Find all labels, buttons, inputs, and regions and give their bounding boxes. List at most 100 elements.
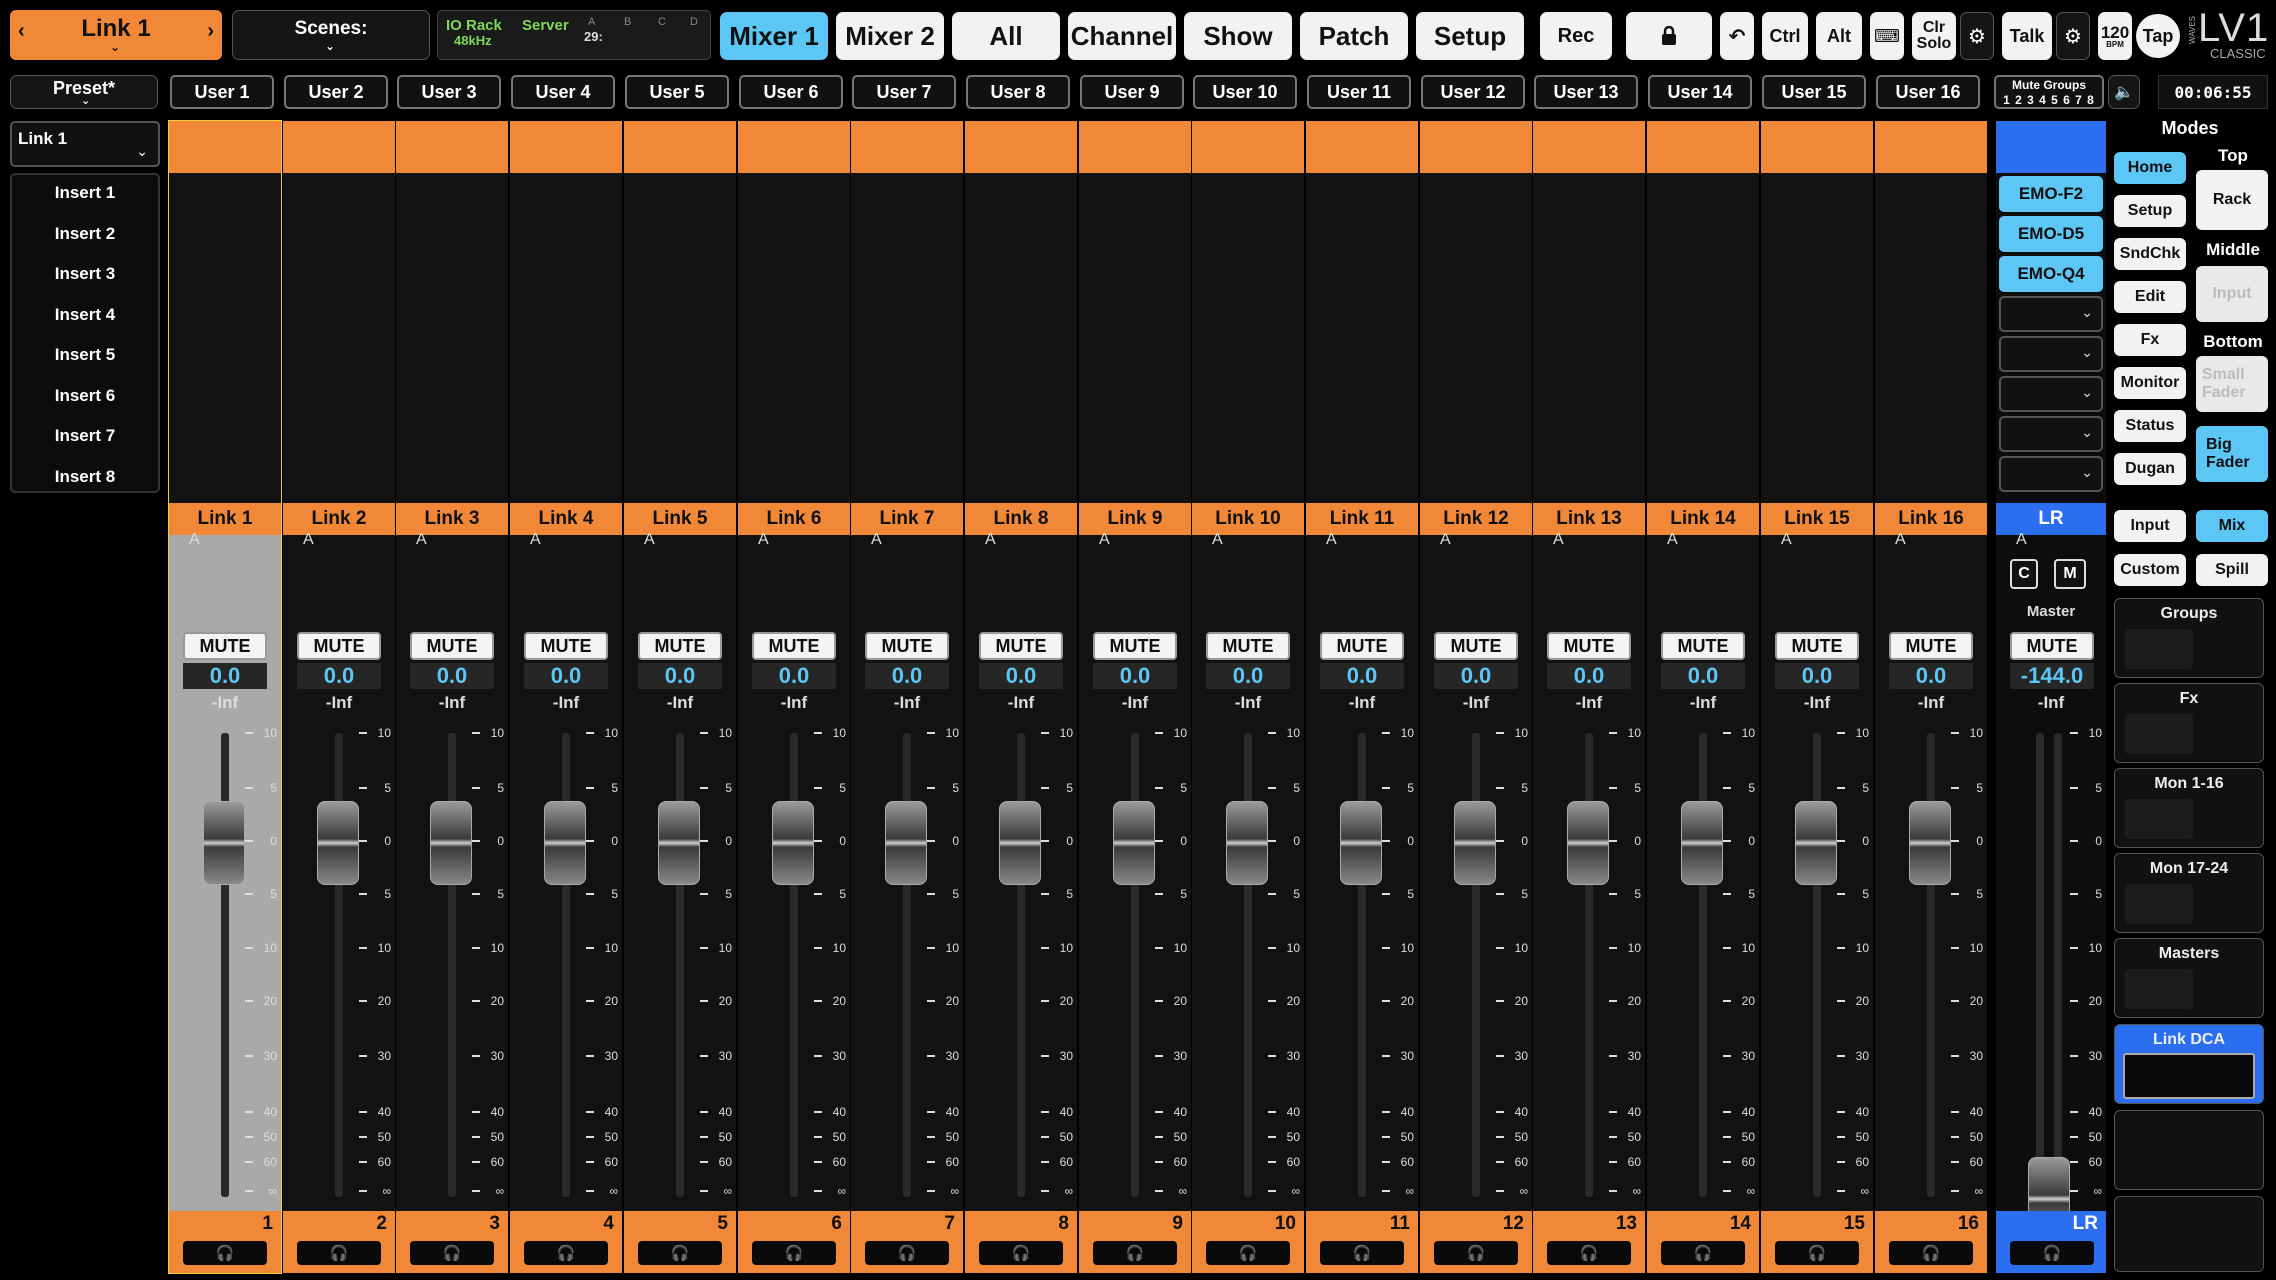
channel-color-bar[interactable] (510, 121, 622, 173)
channel-mute-button[interactable]: MUTE (865, 632, 949, 660)
master-c-button[interactable]: C (2010, 559, 2038, 589)
user-button-6[interactable]: User 6 (739, 75, 843, 109)
channel-fader-cap[interactable] (430, 801, 472, 885)
layer-fx-button[interactable]: Fx (2114, 683, 2264, 763)
channel-fader-value[interactable]: 0.0 (1889, 663, 1973, 689)
preset-dropdown[interactable]: Preset* ⌄ (10, 75, 158, 109)
channel-number-bar[interactable]: 2 🎧 (283, 1211, 395, 1273)
tab-mixer-1[interactable]: Mixer 1 (720, 12, 828, 60)
channel-fader-value[interactable]: 0.0 (1093, 663, 1177, 689)
bpm-display[interactable]: 120 BPM (2098, 12, 2132, 60)
channel-mute-button[interactable]: MUTE (1775, 632, 1859, 660)
channel-insert-area[interactable] (396, 173, 508, 503)
channel-fader-cap[interactable] (544, 801, 586, 885)
channel-name-bar[interactable]: Link 12 (1420, 503, 1532, 535)
user-button-5[interactable]: User 5 (625, 75, 729, 109)
channel-name-bar[interactable]: Link 7 (851, 503, 963, 535)
insert-slot-2[interactable]: Insert 2 (10, 215, 160, 253)
channel-name-bar[interactable]: Link 15 (1761, 503, 1873, 535)
user-button-10[interactable]: User 10 (1193, 75, 1297, 109)
channel-solo-button[interactable]: 🎧 (979, 1241, 1063, 1265)
scenes-dropdown[interactable]: Scenes: ⌄ (232, 10, 430, 60)
middle-input-button[interactable]: Input (2196, 266, 2268, 322)
empty-insert-dropdown-4[interactable]: ⌄ (1999, 416, 2103, 452)
channel-fader-value[interactable]: 0.0 (1206, 663, 1290, 689)
channel-solo-button[interactable]: 🎧 (1434, 1241, 1518, 1265)
small-fader-button[interactable]: Small Fader (2196, 356, 2268, 412)
mute-groups-panel[interactable]: Mute Groups 1 2 3 4 5 6 7 8 (1994, 75, 2104, 109)
solo-settings-button[interactable]: ⚙ (1960, 12, 1994, 60)
channel-name-bar[interactable]: Link 11 (1306, 503, 1418, 535)
mode-dugan-button[interactable]: Dugan (2114, 453, 2186, 485)
channel-fader-cap[interactable] (1340, 801, 1382, 885)
empty-insert-dropdown-3[interactable]: ⌄ (1999, 376, 2103, 412)
clr-solo-button[interactable]: Clr Solo (1912, 12, 1956, 60)
layer-groups-button[interactable]: Groups (2114, 598, 2264, 678)
channel-fader-cap[interactable] (999, 801, 1041, 885)
channel-fader-cap[interactable] (1454, 801, 1496, 885)
channel-mute-button[interactable]: MUTE (1547, 632, 1631, 660)
channel-color-bar[interactable] (1306, 121, 1418, 173)
ctrl-button[interactable]: Ctrl (1762, 12, 1808, 60)
channel-number-bar[interactable]: 3 🎧 (396, 1211, 508, 1273)
channel-name-bar[interactable]: Link 6 (738, 503, 850, 535)
channel-insert-area[interactable] (738, 173, 850, 503)
channel-name-bar[interactable]: Link 9 (1079, 503, 1191, 535)
channel-number-bar[interactable]: 5 🎧 (624, 1211, 736, 1273)
mode-setup-button[interactable]: Setup (2114, 195, 2186, 227)
channel-fader-cap[interactable] (658, 801, 700, 885)
mode-fx-button[interactable]: Fx (2114, 324, 2186, 356)
channel-insert-area[interactable] (1420, 173, 1532, 503)
channel-fader-cap[interactable] (772, 801, 814, 885)
channel-color-bar[interactable] (1647, 121, 1759, 173)
mode-sndchk-button[interactable]: SndChk (2114, 238, 2186, 270)
channel-mute-button[interactable]: MUTE (410, 632, 494, 660)
channel-insert-area[interactable] (510, 173, 622, 503)
channel-number-bar[interactable]: 1 🎧 (169, 1211, 281, 1273)
channel-insert-area[interactable] (1306, 173, 1418, 503)
layer-masters-button[interactable]: Masters (2114, 938, 2264, 1018)
channel-number-bar[interactable]: 6 🎧 (738, 1211, 850, 1273)
channel-solo-button[interactable]: 🎧 (297, 1241, 381, 1265)
channel-insert-area[interactable] (851, 173, 963, 503)
channel-fader-cap[interactable] (203, 801, 245, 885)
channel-color-bar[interactable] (1192, 121, 1304, 173)
channel-insert-area[interactable] (624, 173, 736, 503)
channel-solo-button[interactable]: 🎧 (410, 1241, 494, 1265)
alt-button[interactable]: Alt (1816, 12, 1862, 60)
channel-number-bar[interactable]: 8 🎧 (965, 1211, 1077, 1273)
channel-color-bar[interactable] (738, 121, 850, 173)
channel-fader-cap[interactable] (1226, 801, 1268, 885)
channel-number-bar[interactable]: 7 🎧 (851, 1211, 963, 1273)
channel-number-bar[interactable]: 9 🎧 (1079, 1211, 1191, 1273)
channel-number-bar[interactable]: 11 🎧 (1306, 1211, 1418, 1273)
channel-mute-button[interactable]: MUTE (1661, 632, 1745, 660)
user-button-14[interactable]: User 14 (1648, 75, 1752, 109)
next-arrow-icon[interactable]: › (207, 20, 214, 43)
channel-insert-area[interactable] (965, 173, 1077, 503)
channel-color-bar[interactable] (1420, 121, 1532, 173)
channel-color-bar[interactable] (965, 121, 1077, 173)
mute-all-button[interactable]: 🔈 (2108, 75, 2140, 109)
channel-fader-value[interactable]: 0.0 (297, 663, 381, 689)
channel-fader-value[interactable]: 0.0 (979, 663, 1063, 689)
channel-name-bar[interactable]: Link 13 (1533, 503, 1645, 535)
emo-q4-button[interactable]: EMO-Q4 (1999, 256, 2103, 292)
channel-fader-value[interactable]: 0.0 (1320, 663, 1404, 689)
channel-color-bar[interactable] (1875, 121, 1987, 173)
channel-mute-button[interactable]: MUTE (183, 632, 267, 660)
channel-fader-cap[interactable] (317, 801, 359, 885)
link-selector[interactable]: ‹ Link 1 › ⌄ (10, 10, 222, 60)
big-fader-button[interactable]: Big Fader (2196, 426, 2268, 482)
channel-mute-button[interactable]: MUTE (524, 632, 608, 660)
layer-input-button[interactable]: Input (2114, 510, 2186, 542)
talk-button[interactable]: Talk (2002, 12, 2052, 60)
layer-empty-slot-2[interactable] (2114, 1196, 2264, 1272)
channel-insert-area[interactable] (1192, 173, 1304, 503)
emo-d5-button[interactable]: EMO-D5 (1999, 216, 2103, 252)
channel-fader-cap[interactable] (1681, 801, 1723, 885)
channel-number-bar[interactable]: 15 🎧 (1761, 1211, 1873, 1273)
channel-fader-value[interactable]: 0.0 (1434, 663, 1518, 689)
channel-number-bar[interactable]: 4 🎧 (510, 1211, 622, 1273)
channel-solo-button[interactable]: 🎧 (1320, 1241, 1404, 1265)
